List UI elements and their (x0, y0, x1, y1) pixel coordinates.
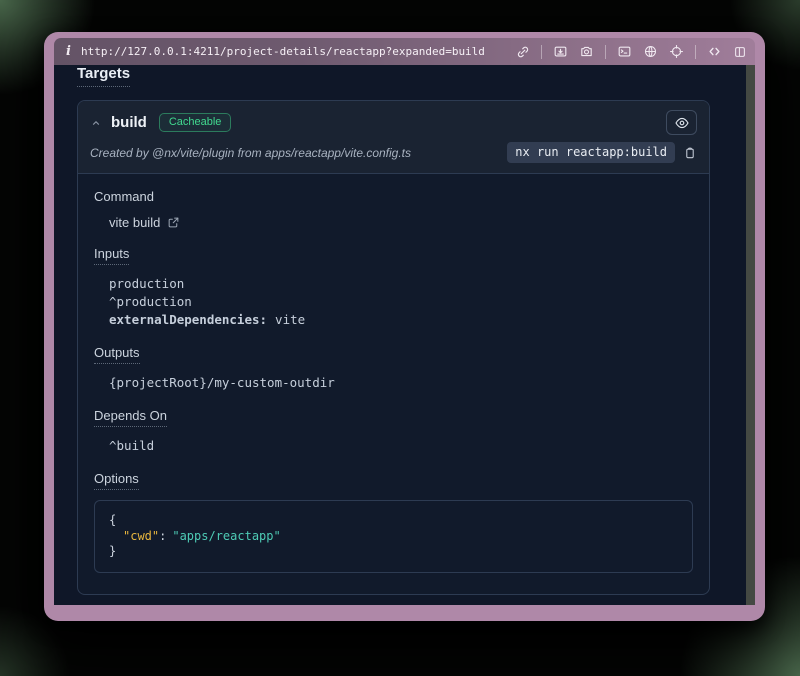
outputs-section: Outputs {projectRoot}/my-custom-outdir (94, 344, 693, 392)
scrollbar[interactable] (746, 65, 755, 605)
code-line: } (109, 544, 678, 560)
url-display[interactable]: http://127.0.0.1:4211/project-details/re… (81, 45, 485, 58)
options-section: Options { "cwd":"apps/reactapp" } (94, 470, 693, 573)
targets-heading: Targets (77, 65, 130, 87)
outputs-heading[interactable]: Outputs (94, 345, 140, 364)
toolbar-divider (695, 45, 696, 59)
input-item: ^production (109, 293, 693, 311)
build-card-body: Command vite build Inputs production ^pr… (78, 174, 709, 594)
options-heading[interactable]: Options (94, 471, 139, 490)
toolbar-divider (541, 45, 542, 59)
code-line: { (109, 513, 678, 529)
code-icon[interactable] (707, 44, 722, 59)
crosshair-icon[interactable] (669, 44, 684, 59)
toolbar-actions (516, 44, 747, 59)
depends-on-heading[interactable]: Depends On (94, 408, 167, 427)
info-icon: i (66, 44, 71, 59)
camera-icon[interactable] (579, 44, 594, 59)
command-section: Command vite build (94, 189, 693, 230)
depends-item: ^build (109, 437, 693, 455)
screenshot-import-icon[interactable] (553, 44, 568, 59)
output-item: {projectRoot}/my-custom-outdir (109, 374, 693, 392)
run-command-chip: nx run reactapp:build (507, 142, 675, 163)
browser-toolbar: i http://127.0.0.1:4211/project-details/… (54, 38, 755, 65)
globe-icon[interactable] (643, 44, 658, 59)
target-card-build: build Cacheable Created by @nx/vite/plug… (77, 100, 710, 595)
options-code-block: { "cwd":"apps/reactapp" } (94, 500, 693, 573)
inputs-heading[interactable]: Inputs (94, 246, 129, 265)
browser-window: i http://127.0.0.1:4211/project-details/… (44, 32, 765, 621)
cacheable-badge[interactable]: Cacheable (159, 113, 232, 133)
inputs-section: Inputs production ^production externalDe… (94, 245, 693, 329)
target-name: build (111, 114, 147, 131)
chevron-up-icon[interactable] (90, 117, 102, 129)
link-icon[interactable] (516, 45, 530, 59)
toolbar-divider (605, 45, 606, 59)
copy-icon[interactable] (683, 146, 697, 160)
created-by-text: Created by @nx/vite/plugin from apps/rea… (90, 146, 411, 160)
command-heading: Command (94, 189, 693, 204)
build-card-header: build Cacheable Created by @nx/vite/plug… (78, 101, 709, 174)
code-line: "cwd":"apps/reactapp" (109, 529, 678, 545)
terminal-icon[interactable] (617, 44, 632, 59)
command-value: vite build (109, 215, 160, 230)
external-link-icon[interactable] (167, 216, 180, 229)
page-content: Targets build Cacheable Created by @nx/v… (54, 65, 755, 605)
split-view-icon[interactable] (733, 45, 747, 59)
input-item: externalDependencies:vite (109, 311, 693, 329)
depends-on-section: Depends On ^build (94, 407, 693, 455)
input-item: production (109, 275, 693, 293)
eye-button[interactable] (666, 110, 697, 135)
